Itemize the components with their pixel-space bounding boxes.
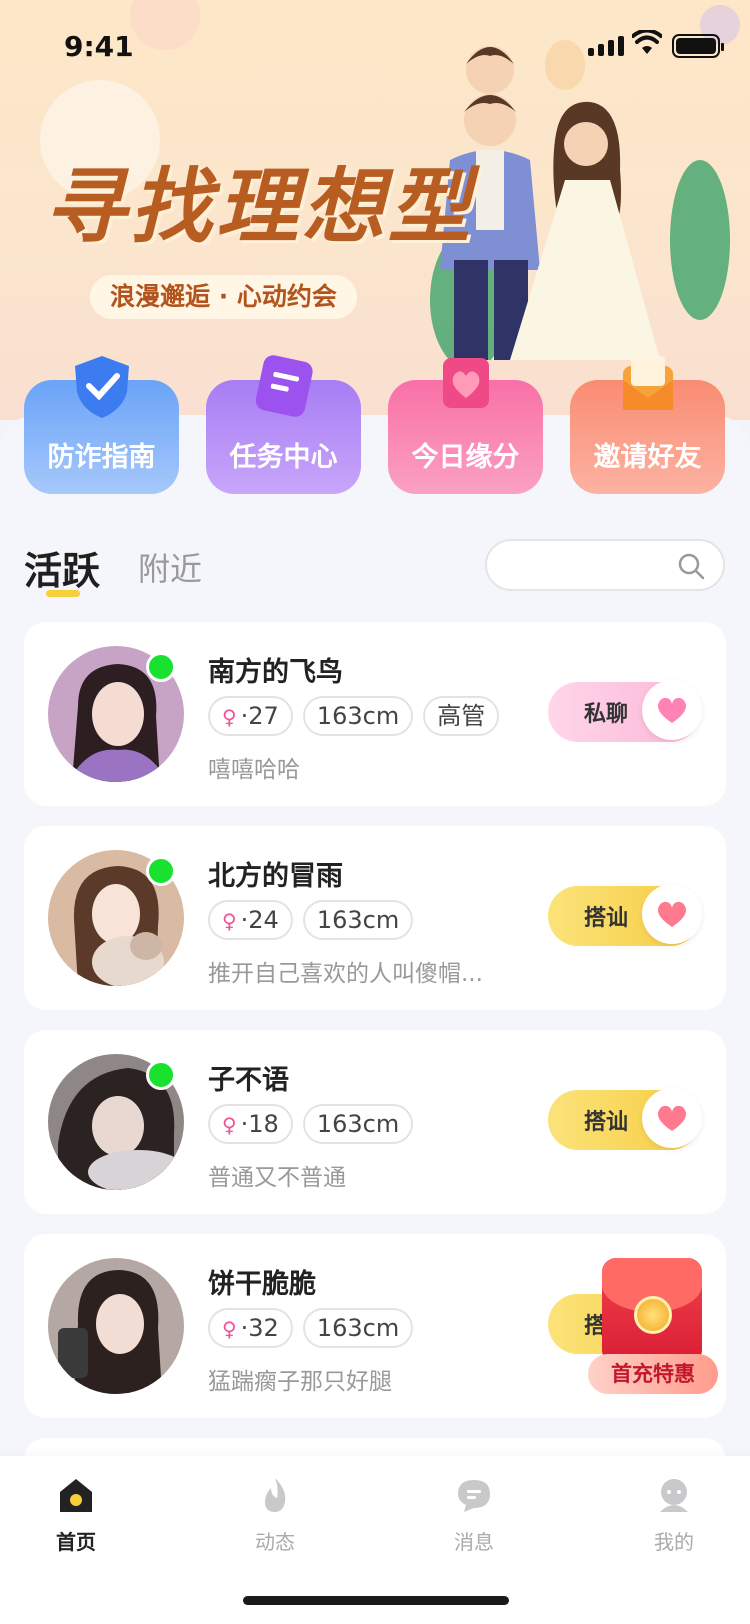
first-recharge-promo[interactable]: 首充特惠 (588, 1258, 718, 1396)
shield-check-icon (74, 356, 129, 418)
tab-indicator (46, 590, 80, 597)
user-bio: 推开自己喜欢的人叫傻帽... (208, 961, 483, 987)
age-tag: ♀ ·32 (208, 1308, 293, 1348)
heart-icon (642, 1088, 702, 1148)
feature-label: 邀请好友 (593, 442, 702, 473)
private-chat-button[interactable]: 私聊 (548, 680, 702, 742)
heart-icon (642, 884, 702, 944)
tab-profile[interactable]: 我的 (624, 1476, 724, 1555)
status-bar: 9:41 (0, 0, 750, 90)
tab-messages[interactable]: 消息 (424, 1476, 524, 1555)
user-card[interactable]: 南方的飞鸟 ♀ ·27 163cm 高管 嘻嘻哈哈 私聊 (24, 622, 726, 806)
feature-label: 今日缘分 (411, 442, 520, 473)
feature-anti-fraud-guide[interactable]: 防诈指南 (24, 356, 179, 494)
heart-tag-icon (442, 358, 489, 408)
user-name: 北方的冒雨 (208, 861, 343, 892)
wifi-icon (632, 30, 662, 54)
flame-icon (265, 1478, 286, 1512)
tab-home[interactable]: 首页 (26, 1476, 126, 1555)
promo-label: 首充特惠 (588, 1354, 718, 1394)
heart-icon (642, 680, 702, 740)
feature-today-match[interactable]: 今日缘分 (388, 358, 543, 494)
height-tag: 163cm (302, 1308, 414, 1348)
cellular-signal-icon (588, 36, 624, 56)
feature-label: 任务中心 (229, 442, 338, 473)
invite-envelope-icon (622, 356, 673, 410)
greet-button[interactable]: 搭讪 (548, 1088, 702, 1150)
banner-subtitle: 浪漫邂逅 · 心动约会 (90, 275, 357, 319)
home-icon (60, 1479, 92, 1512)
female-icon: ♀ (222, 705, 237, 729)
tab-moments[interactable]: 动态 (225, 1476, 325, 1555)
tab-active[interactable]: 活跃 (24, 540, 100, 595)
user-tags: ♀ ·27 163cm 高管 (208, 696, 500, 736)
avatar (48, 1258, 184, 1394)
female-icon: ♀ (222, 909, 237, 933)
female-icon: ♀ (222, 1113, 237, 1137)
coin-icon (634, 1296, 672, 1334)
user-name: 南方的飞鸟 (208, 657, 343, 688)
height-tag: 163cm (302, 900, 414, 940)
chat-bubble-icon (458, 1480, 490, 1512)
user-bio: 嘻嘻哈哈 (208, 757, 300, 783)
age-tag: ♀ ·27 (208, 696, 293, 736)
feature-label: 防诈指南 (47, 442, 156, 473)
banner-title: 寻找理想型 (44, 159, 474, 255)
user-card[interactable]: 子不语 ♀ ·18 163cm 普通又不普通 搭讪 (24, 1030, 726, 1214)
user-tags: ♀ ·32 163cm (208, 1308, 414, 1348)
age-tag: ♀ ·18 (208, 1104, 293, 1144)
user-name: 子不语 (208, 1065, 289, 1096)
user-bio: 猛踹瘸子那只好腿 (208, 1369, 392, 1395)
job-tag: 高管 (423, 696, 500, 736)
user-tags: ♀ ·24 163cm (208, 900, 414, 940)
tab-nearby[interactable]: 附近 (138, 544, 202, 590)
female-icon: ♀ (222, 1317, 237, 1341)
cta-label: 搭讪 (584, 906, 629, 931)
height-tag: 163cm (302, 1104, 414, 1144)
profile-icon (660, 1479, 688, 1512)
battery-icon (672, 34, 724, 58)
user-card[interactable]: 北方的冒雨 ♀ ·24 163cm 推开自己喜欢的人叫傻帽... 搭讪 (24, 826, 726, 1010)
greet-button[interactable]: 搭讪 (548, 884, 702, 946)
user-name: 饼干脆脆 (208, 1269, 316, 1300)
online-indicator (146, 856, 176, 886)
user-tags: ♀ ·18 163cm (208, 1104, 414, 1144)
age-tag: ♀ ·24 (208, 900, 293, 940)
user-bio: 普通又不普通 (208, 1165, 346, 1191)
online-indicator (146, 652, 176, 682)
feature-task-center[interactable]: 任务中心 (206, 355, 361, 494)
cta-label: 搭讪 (584, 1110, 629, 1135)
feature-invite-friends[interactable]: 邀请好友 (570, 356, 725, 494)
search-icon (678, 553, 705, 580)
search-input[interactable] (485, 539, 725, 591)
home-indicator (243, 1596, 509, 1605)
status-time: 9:41 (64, 30, 134, 63)
cta-label: 私聊 (584, 702, 629, 727)
task-list-icon (255, 355, 313, 417)
height-tag: 163cm (302, 696, 414, 736)
online-indicator (146, 1060, 176, 1090)
